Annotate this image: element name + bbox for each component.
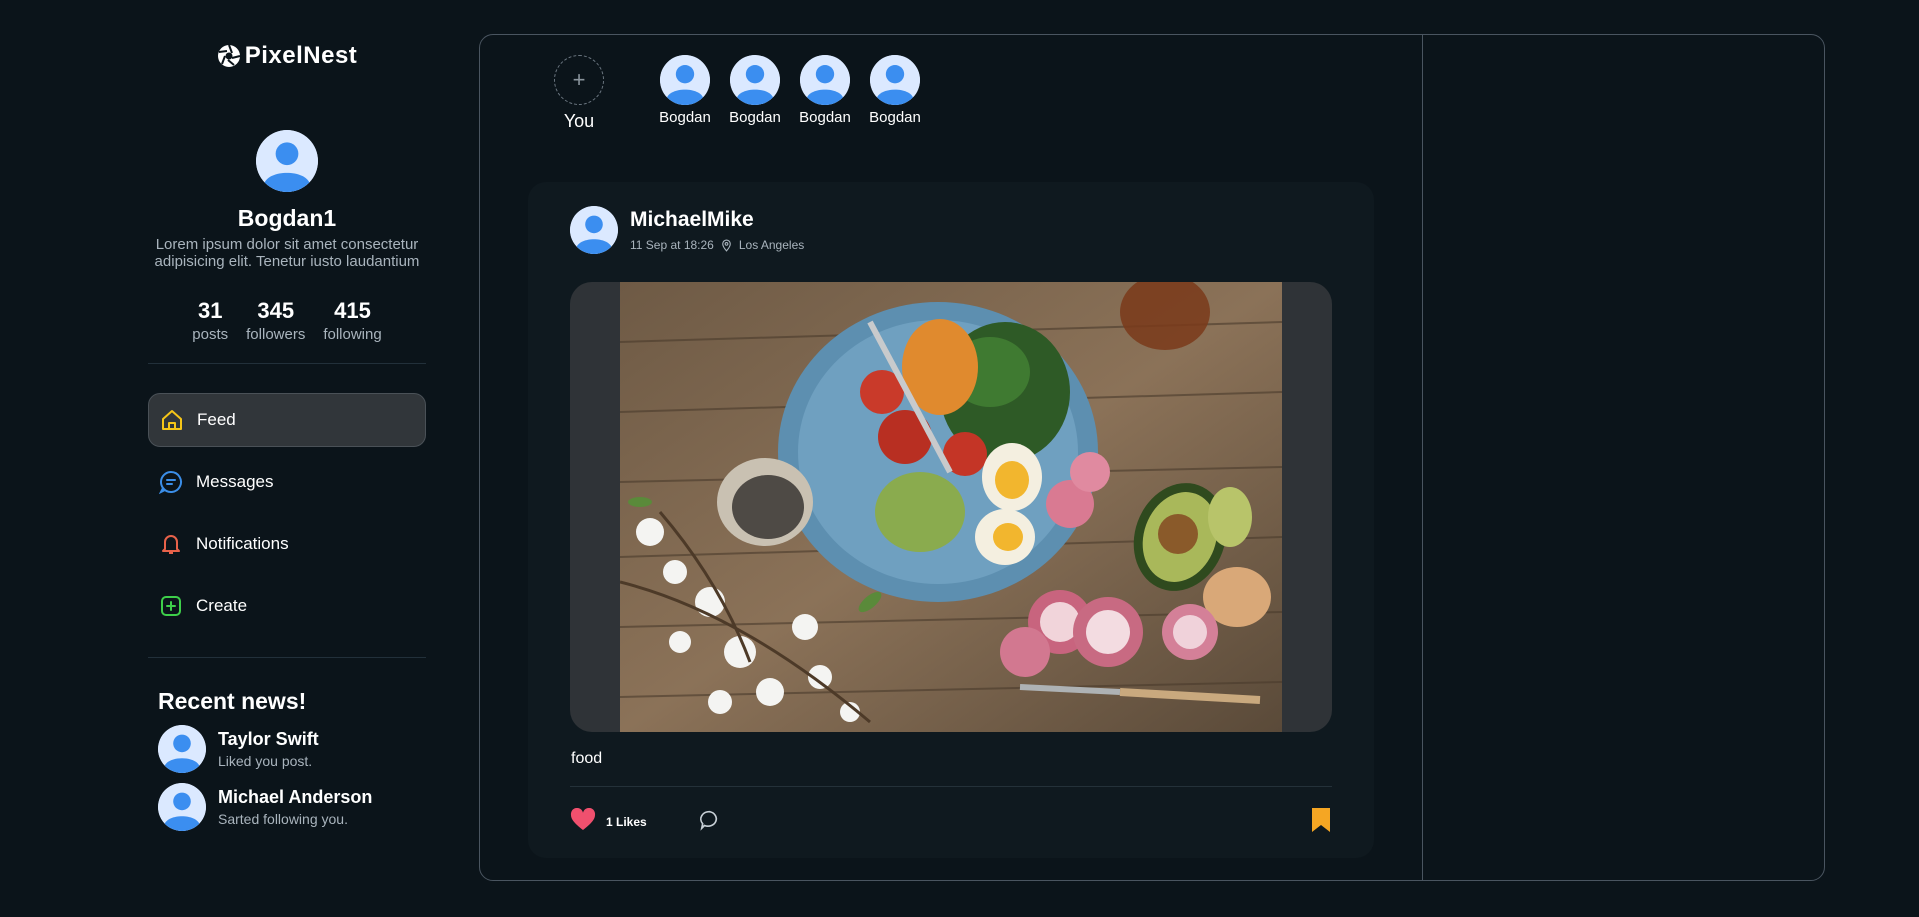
food-photo — [620, 282, 1282, 732]
user-avatar-icon — [870, 55, 920, 105]
user-avatar-icon — [800, 55, 850, 105]
post-caption: food — [571, 750, 603, 767]
story-label: Bogdan — [729, 109, 781, 126]
nav-label: Create — [196, 596, 248, 615]
sidebar: PixelNest Bogdan1 Lorem ipsum dolor sit … — [148, 38, 426, 831]
story-avatar — [660, 55, 710, 105]
news-avatar — [158, 725, 206, 773]
nav-label: Feed — [197, 410, 236, 429]
story-avatar — [870, 55, 920, 105]
location-pin-icon — [722, 239, 731, 252]
nav-item-messages[interactable]: Messages — [148, 455, 426, 509]
stat-posts[interactable]: 31 posts — [192, 298, 228, 343]
stat-label: posts — [192, 326, 229, 343]
story-item[interactable]: Bogdan — [650, 55, 720, 132]
stat-value: 415 — [334, 298, 371, 323]
story-label: Bogdan — [869, 109, 921, 126]
nav-item-create[interactable]: Create — [148, 579, 426, 633]
column-divider — [1422, 35, 1423, 880]
news-title: Recent news! — [158, 688, 307, 714]
stat-value: 345 — [257, 298, 295, 323]
story-item[interactable]: Bogdan — [720, 55, 790, 132]
stat-label: followers — [246, 326, 306, 343]
likes-count: 1 Likes — [606, 815, 647, 829]
news-item[interactable]: Taylor Swift Liked you post. — [158, 725, 426, 773]
profile-avatar[interactable] — [256, 130, 318, 192]
post-card: MichaelMike 11 Sep at 18:26 Los Angeles — [528, 182, 1374, 858]
app-name: PixelNest — [244, 42, 358, 69]
news-name: Taylor Swift — [218, 729, 319, 749]
profile-name: Bogdan1 — [237, 205, 337, 231]
main-frame: + You Bogdan Bogdan Bogdan Bogdan Michae… — [479, 34, 1825, 881]
post-location: Los Angeles — [738, 238, 805, 252]
user-avatar-icon — [158, 725, 206, 773]
post-header: MichaelMike 11 Sep at 18:26 Los Angeles — [570, 206, 804, 254]
nav-label: Notifications — [196, 534, 289, 553]
profile-stats: 31 posts 345 followers 415 following — [148, 298, 426, 343]
story-avatar — [730, 55, 780, 105]
profile-bio: Lorem ipsum dolor sit amet consectetur a… — [154, 236, 420, 270]
add-story-button[interactable]: + You — [544, 55, 614, 132]
stat-following[interactable]: 415 following — [323, 298, 381, 343]
post-actions: 1 Likes — [570, 807, 1332, 837]
story-item[interactable]: Bogdan — [860, 55, 930, 132]
news-name: Michael Anderson — [218, 787, 373, 807]
home-icon — [159, 407, 185, 433]
nav-item-notifications[interactable]: Notifications — [148, 517, 426, 571]
stat-label: following — [323, 326, 382, 343]
nav-label: Messages — [196, 472, 274, 491]
post-divider — [570, 786, 1332, 787]
story-label: Bogdan — [659, 109, 711, 126]
user-avatar-icon — [256, 130, 318, 192]
post-author[interactable]: MichaelMike — [630, 208, 804, 232]
post-media[interactable] — [570, 282, 1332, 732]
story-item[interactable]: Bogdan — [790, 55, 860, 132]
news-text: Liked you post. — [218, 753, 313, 769]
comment-icon[interactable] — [699, 809, 721, 836]
bookmark-icon[interactable] — [1310, 806, 1332, 839]
aperture-icon — [217, 44, 240, 67]
plus-square-icon — [158, 593, 184, 619]
story-label: Bogdan — [799, 109, 851, 126]
user-avatar-icon — [570, 206, 618, 254]
post-meta: 11 Sep at 18:26 Los Angeles — [630, 238, 804, 252]
story-avatar — [800, 55, 850, 105]
app-logo[interactable]: PixelNest — [148, 38, 426, 74]
stat-value: 31 — [197, 298, 223, 323]
news-item[interactable]: Michael Anderson Sarted following you. — [158, 783, 426, 831]
story-label: You — [563, 111, 595, 131]
news-avatar — [158, 783, 206, 831]
user-avatar-icon — [660, 55, 710, 105]
news-text: Sarted following you. — [218, 811, 348, 827]
chat-icon — [158, 469, 184, 495]
post-time: 11 Sep at 18:26 — [630, 238, 714, 252]
post-author-avatar[interactable] — [570, 206, 618, 254]
stories-bar: + You Bogdan Bogdan Bogdan Bogdan — [544, 55, 930, 132]
user-avatar-icon — [158, 783, 206, 831]
heart-icon[interactable] — [570, 807, 596, 837]
plus-icon: + — [554, 55, 604, 105]
sidebar-divider — [148, 363, 426, 364]
nav-item-feed[interactable]: Feed — [148, 393, 426, 447]
user-avatar-icon — [730, 55, 780, 105]
main-nav: Feed Messages Notifications Create — [148, 393, 426, 633]
sidebar-divider — [148, 657, 426, 658]
stat-followers[interactable]: 345 followers — [246, 298, 305, 343]
profile-card: Bogdan1 Lorem ipsum dolor sit amet conse… — [148, 130, 426, 343]
bell-icon — [158, 531, 184, 557]
